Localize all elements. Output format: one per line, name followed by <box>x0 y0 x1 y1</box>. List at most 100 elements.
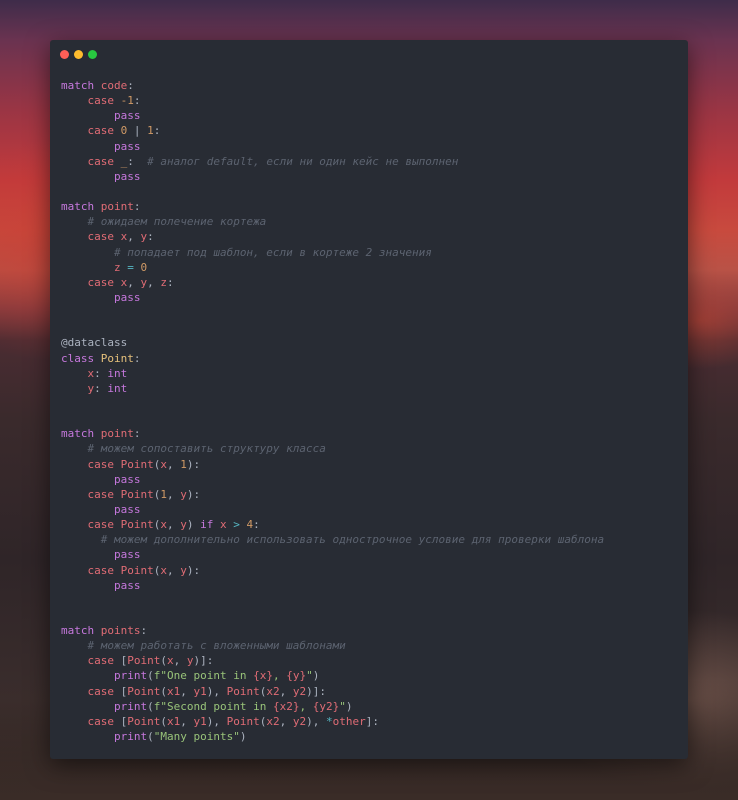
code-token: = <box>127 260 134 274</box>
code-token: " <box>339 699 346 713</box>
code-line: y: int <box>61 381 604 396</box>
code-token: points <box>100 624 141 638</box>
code-token: ( <box>147 730 154 744</box>
code-token: 1 <box>180 457 187 471</box>
code-token: )]: <box>306 684 326 698</box>
code-token: int <box>107 366 128 380</box>
code-token: match <box>61 624 101 638</box>
code-token: : <box>147 230 154 244</box>
code-token: , <box>180 714 194 728</box>
code-token: : <box>127 154 148 168</box>
code-line: # можем работать с вложенными шаблонами <box>61 638 604 653</box>
code-token: ), <box>306 714 326 728</box>
code-block: match code: case -1: pass case 0 | 1: pa… <box>61 78 604 744</box>
code-token: case x <box>87 275 128 289</box>
code-token: case <box>87 714 121 728</box>
code-line: pass <box>61 108 604 123</box>
code-token: z <box>160 275 167 289</box>
code-token: case Point <box>87 518 154 532</box>
code-token: , <box>279 714 293 728</box>
code-token: ), <box>206 714 227 728</box>
code-line: case _: # аналог default, если ни один к… <box>61 154 604 169</box>
close-dot[interactable] <box>60 50 69 59</box>
code-token: x <box>160 563 167 577</box>
code-token: y <box>186 654 194 668</box>
code-token: case Point <box>87 563 154 577</box>
code-line: # попадает под шаблон, если в кортеже 2 … <box>61 245 604 260</box>
code-line: match point: <box>61 426 604 441</box>
code-token: , <box>166 487 181 501</box>
code-token: | <box>127 124 148 138</box>
code-token: case <box>87 94 121 108</box>
code-token: Point <box>127 684 161 698</box>
code-token: * <box>326 714 333 728</box>
code-token: Point <box>100 351 134 365</box>
code-token: x <box>160 457 167 471</box>
code-line: pass <box>61 578 604 593</box>
code-line: case 0 | 1: <box>61 123 604 138</box>
code-line: print(f"Second point in {x2}, {y2}") <box>61 699 604 714</box>
code-token: print <box>113 730 148 744</box>
code-token: {y} <box>286 669 307 683</box>
code-token: : <box>94 381 108 395</box>
code-token: , <box>147 275 161 289</box>
maximize-dot[interactable] <box>88 50 97 59</box>
code-token: f"Second point in <box>153 699 273 713</box>
code-line: match points: <box>61 623 604 638</box>
code-token: y <box>180 518 187 532</box>
code-line: match point: <box>61 199 604 214</box>
code-token: # попадает под шаблон, если в кортеже 2 … <box>113 245 432 259</box>
code-token: {y2} <box>312 699 340 713</box>
code-token: @dataclass <box>61 336 128 350</box>
minimize-dot[interactable] <box>74 50 83 59</box>
code-token: , <box>166 457 181 471</box>
code-line: x: int <box>61 366 604 381</box>
code-token: ( <box>160 714 167 728</box>
code-token: print <box>113 669 148 683</box>
code-token: x2 <box>266 684 280 698</box>
code-token: case Point <box>87 487 154 501</box>
code-line: pass <box>61 290 604 305</box>
code-token: case <box>87 154 121 168</box>
code-token: pass <box>113 109 141 123</box>
code-token: x <box>160 518 167 532</box>
code-token: y2 <box>292 684 307 698</box>
code-token: ( <box>147 669 154 683</box>
code-window: match code: case -1: pass case 0 | 1: pa… <box>50 40 688 759</box>
code-token: "Many points" <box>153 730 240 744</box>
code-line: @dataclass <box>61 335 604 350</box>
code-token: : <box>133 427 141 441</box>
code-token: y1 <box>193 684 207 698</box>
code-line: class Point: <box>61 351 604 366</box>
code-token: : <box>133 351 141 365</box>
code-token: x1 <box>167 684 181 698</box>
code-line: case x, y: <box>61 229 604 244</box>
code-token: , <box>173 654 187 668</box>
code-token: : <box>153 124 161 138</box>
code-token: pass <box>113 290 141 304</box>
code-line: # можем сопоставить структуру класса <box>61 441 604 456</box>
code-token: x <box>219 518 227 532</box>
code-token: case <box>87 654 121 668</box>
